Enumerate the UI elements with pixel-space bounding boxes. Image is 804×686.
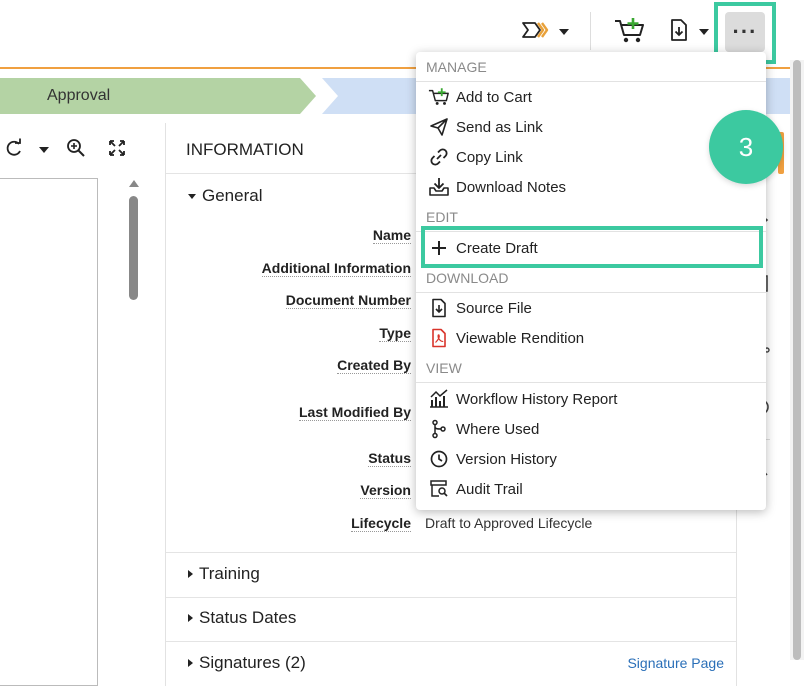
add-to-cart-icon (613, 16, 647, 49)
section-status-dates-toggle[interactable]: Status Dates (188, 608, 296, 628)
add-to-cart-button[interactable] (610, 14, 650, 50)
document-download-icon (669, 18, 689, 47)
menu-item-where-used[interactable]: Where Used (416, 414, 766, 444)
stage-notch (322, 78, 338, 114)
divider (166, 597, 736, 598)
field-label-lifecycle: Lifecycle (351, 515, 411, 532)
chevron-down-icon[interactable] (39, 147, 49, 153)
menu-item-label: Viewable Rendition (456, 329, 585, 347)
divider (166, 641, 736, 642)
field-label-status: Status (368, 450, 411, 467)
menu-item-label: Source File (456, 299, 532, 317)
highlight-box-create-draft (421, 226, 763, 268)
section-label: Training (199, 564, 260, 583)
audit-icon (428, 478, 450, 500)
section-label: Status Dates (199, 608, 297, 627)
download-tray-icon (428, 176, 450, 198)
toolbar-divider (590, 12, 591, 50)
menu-item-audit-trail[interactable]: Audit Trail (416, 474, 766, 504)
menu-header-view: VIEW (426, 360, 462, 376)
menu-item-label: Audit Trail (456, 480, 523, 498)
section-signatures-toggle[interactable]: Signatures (2) (188, 653, 306, 673)
menu-item-label: Send as Link (456, 118, 543, 136)
menu-item-label: Add to Cart (456, 88, 532, 106)
divider (166, 552, 736, 553)
menu-item-source-file[interactable]: Source File (416, 293, 766, 323)
caret-right-icon (188, 659, 193, 667)
clock-icon (428, 448, 450, 470)
menu-header-download: DOWNLOAD (426, 270, 509, 286)
menu-item-download-notes[interactable]: Download Notes (416, 172, 766, 202)
section-training-toggle[interactable]: Training (188, 564, 260, 584)
caret-right-icon (188, 614, 193, 622)
menu-header-edit: EDIT (426, 209, 458, 225)
pdf-icon (428, 327, 450, 349)
workflow-arrows-icon (521, 20, 549, 45)
zoom-in-button[interactable] (66, 138, 86, 163)
section-label: Signatures (2) (199, 653, 306, 672)
menu-item-workflow-history-report[interactable]: Workflow History Report (416, 384, 766, 414)
menu-divider (416, 382, 766, 383)
lifecycle-stage-approval (0, 78, 300, 114)
zoom-in-icon (67, 139, 85, 157)
chevron-down-icon (699, 29, 709, 35)
menu-item-version-history[interactable]: Version History (416, 444, 766, 474)
step-callout-badge: 3 (709, 110, 783, 184)
fullscreen-button[interactable] (107, 138, 127, 163)
menu-item-label: Copy Link (456, 148, 523, 166)
fullscreen-icon (109, 140, 125, 156)
add-to-cart-icon (428, 86, 450, 108)
field-label-created-by: Created By (337, 357, 411, 374)
menu-header-manage: MANAGE (426, 59, 487, 75)
branch-icon (428, 418, 450, 440)
viewer-scrollbar[interactable] (126, 178, 142, 686)
chart-icon (428, 388, 450, 410)
menu-item-label: Where Used (456, 420, 540, 438)
field-label-last-modified-by: Last Modified By (298, 404, 411, 421)
menu-item-label: Workflow History Report (456, 390, 618, 408)
menu-item-viewable-rendition[interactable]: Viewable Rendition (416, 323, 766, 353)
field-label-version: Version (360, 482, 411, 499)
page-scrollbar[interactable] (790, 60, 804, 660)
menu-item-label: Download Notes (456, 178, 567, 196)
field-value-lifecycle: Draft to Approved Lifecycle (425, 515, 593, 531)
section-general-toggle[interactable]: General (188, 186, 262, 206)
field-label-document-number: Document Number (285, 292, 411, 309)
link-icon (428, 146, 450, 168)
field-label-name: Name (372, 227, 411, 244)
field-label-type: Type (379, 325, 411, 342)
document-viewer[interactable] (0, 178, 98, 686)
file-download-icon (428, 297, 450, 319)
download-menu-button[interactable] (664, 14, 714, 50)
rotate-button[interactable] (4, 138, 24, 163)
menu-item-label: Version History (456, 450, 557, 468)
send-icon (428, 116, 450, 138)
page-scroll-thumb[interactable] (793, 60, 801, 660)
menu-item-add-to-cart[interactable]: Add to Cart (416, 82, 766, 112)
caret-down-icon (188, 193, 196, 199)
scroll-thumb[interactable] (129, 196, 138, 300)
more-actions-menu: MANAGE Add to Cart Send as Link Copy Lin… (416, 52, 766, 510)
caret-right-icon (188, 570, 193, 578)
stage-arrow (300, 78, 316, 114)
workflow-menu-button[interactable] (520, 14, 570, 50)
rotate-icon (6, 138, 21, 156)
stage-label: Approval (47, 87, 111, 104)
chevron-down-icon (559, 29, 569, 35)
field-label-additional-information: Additional Information (261, 260, 411, 277)
viewer-toolbar (0, 130, 160, 170)
scroll-up-icon[interactable] (129, 180, 139, 187)
section-label: General (202, 186, 263, 205)
panel-title: INFORMATION (186, 140, 304, 159)
signature-page-link[interactable]: Signature Page (627, 655, 724, 671)
